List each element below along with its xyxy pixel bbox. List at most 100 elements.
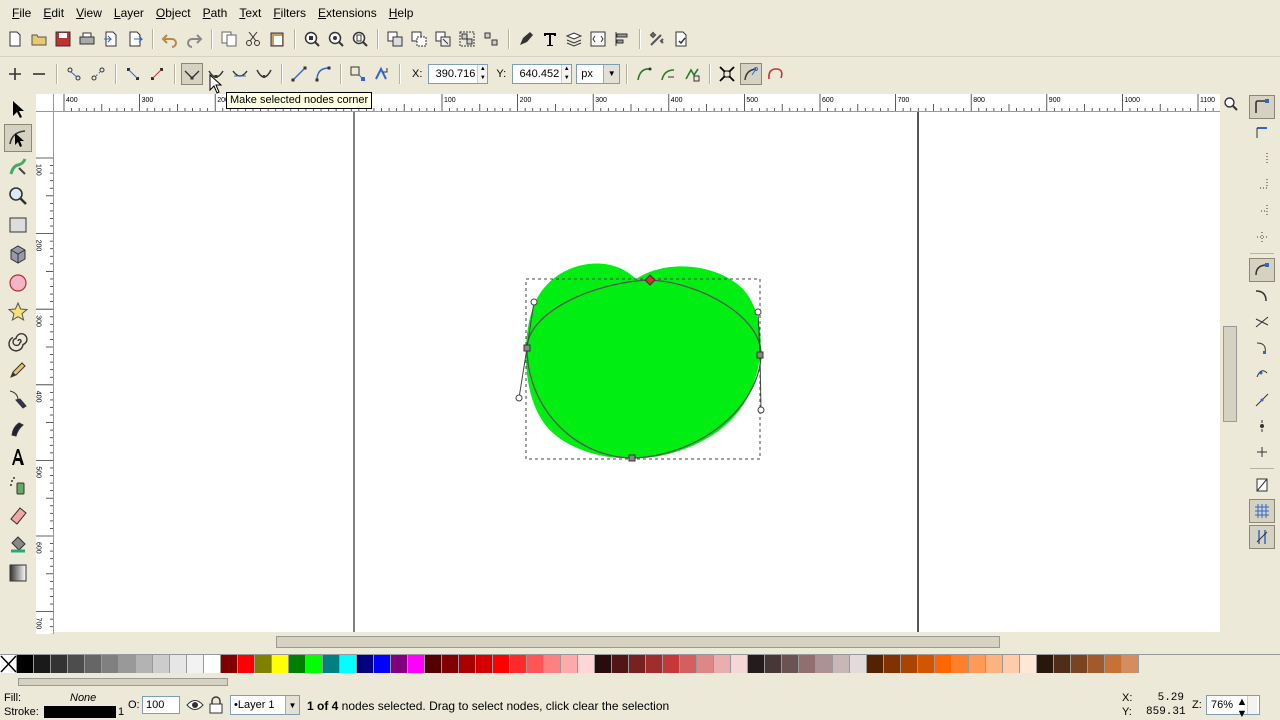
text-font-icon[interactable] <box>539 28 561 50</box>
palette-swatch[interactable] <box>731 655 748 673</box>
zoom-spinner-icon[interactable]: ▲ ▼ <box>1237 696 1257 720</box>
pencil-tool-icon[interactable] <box>4 356 32 384</box>
node-symmetric-icon[interactable] <box>229 63 251 85</box>
palette-swatch[interactable] <box>459 655 476 673</box>
palette-swatch[interactable] <box>697 655 714 673</box>
palette-swatch[interactable] <box>833 655 850 673</box>
palette-swatch[interactable] <box>663 655 680 673</box>
zoom-selection-icon[interactable] <box>301 28 323 50</box>
palette-scrollbar[interactable] <box>0 676 1280 688</box>
insert-node-icon[interactable] <box>4 63 26 85</box>
path-node[interactable] <box>756 351 764 359</box>
palette-swatch[interactable] <box>34 655 51 673</box>
palette-swatch[interactable] <box>221 655 238 673</box>
palette-swatch[interactable] <box>153 655 170 673</box>
palette-swatch[interactable] <box>306 655 323 673</box>
palette-swatch[interactable] <box>272 655 289 673</box>
spiral-tool-icon[interactable] <box>4 327 32 355</box>
edit-clipping-path-icon[interactable] <box>681 63 703 85</box>
palette-swatch[interactable] <box>816 655 833 673</box>
stroke-swatch[interactable] <box>44 706 116 718</box>
palette-swatch[interactable] <box>901 655 918 673</box>
x-input[interactable] <box>429 64 478 83</box>
palette-swatch[interactable] <box>1003 655 1020 673</box>
palette-swatch[interactable] <box>51 655 68 673</box>
zoom-tool-icon[interactable] <box>4 182 32 210</box>
no-paint-swatch-icon[interactable] <box>0 655 17 673</box>
preferences-icon[interactable] <box>646 28 668 50</box>
palette-swatch[interactable] <box>1020 655 1037 673</box>
duplicate-icon[interactable] <box>384 28 406 50</box>
gradient-tool-icon[interactable] <box>4 559 32 587</box>
palette-swatch[interactable] <box>578 655 595 673</box>
calligraphy-tool-icon[interactable] <box>4 414 32 442</box>
palette-swatch[interactable] <box>646 655 663 673</box>
star-tool-icon[interactable] <box>4 298 32 326</box>
palette-swatch[interactable] <box>1105 655 1122 673</box>
palette-swatch[interactable] <box>714 655 731 673</box>
x-spinner-icon[interactable]: ▲ ▼ <box>477 64 488 83</box>
palette-swatch[interactable] <box>850 655 867 673</box>
palette-swatch[interactable] <box>187 655 204 673</box>
snap-bbox-center-icon[interactable] <box>1249 225 1275 249</box>
delete-segment-icon[interactable] <box>146 63 168 85</box>
palette-swatch[interactable] <box>952 655 969 673</box>
ellipse-tool-icon[interactable] <box>4 269 32 297</box>
palette-swatch[interactable] <box>493 655 510 673</box>
delete-node-icon[interactable] <box>28 63 50 85</box>
drawing-canvas[interactable] <box>54 112 1220 632</box>
unit-select[interactable]: px ▼ <box>576 63 621 84</box>
horizontal-scrollbar[interactable] <box>54 634 1222 650</box>
palette-swatch[interactable] <box>68 655 85 673</box>
palette-swatch[interactable] <box>782 655 799 673</box>
zoom-toggle-icon[interactable] <box>1220 94 1242 114</box>
snap-bbox-corner-icon[interactable] <box>1249 173 1275 197</box>
palette-swatch[interactable] <box>204 655 221 673</box>
handle-node[interactable] <box>754 308 762 316</box>
object-to-path-icon[interactable] <box>347 63 369 85</box>
palette-scroll-thumb[interactable] <box>18 678 228 686</box>
snap-path-intersections-icon[interactable] <box>1249 310 1275 334</box>
node-corner-icon[interactable] <box>181 62 203 85</box>
snap-bbox-edge-icon[interactable] <box>1249 147 1275 171</box>
chevron-down-icon[interactable]: ▼ <box>285 696 299 714</box>
chevron-down-icon[interactable]: ▼ <box>603 64 620 83</box>
menu-extensions[interactable]: Extensions <box>312 6 383 20</box>
snap-paths-icon[interactable] <box>1249 284 1275 308</box>
fill-stroke-icon[interactable] <box>515 28 537 50</box>
rectangle-tool-icon[interactable] <box>4 211 32 239</box>
palette-swatch[interactable] <box>918 655 935 673</box>
menu-object[interactable]: Object <box>150 6 197 20</box>
show-transform-handles-icon[interactable] <box>716 63 738 85</box>
palette-swatch[interactable] <box>1088 655 1105 673</box>
tweak-tool-icon[interactable] <box>4 153 32 181</box>
palette-swatch[interactable] <box>612 655 629 673</box>
palette-swatch[interactable] <box>799 655 816 673</box>
palette-swatch[interactable] <box>1037 655 1054 673</box>
node-tool-icon[interactable] <box>4 124 32 152</box>
palette-swatch[interactable] <box>102 655 119 673</box>
palette-swatch[interactable] <box>765 655 782 673</box>
snap-rotation-center-icon[interactable] <box>1249 440 1275 464</box>
palette-swatch[interactable] <box>85 655 102 673</box>
spray-tool-icon[interactable] <box>4 472 32 500</box>
palette-swatch[interactable] <box>935 655 952 673</box>
layer-select[interactable]: •Layer 1 ▼ <box>230 695 300 715</box>
show-next-path-effect-icon[interactable] <box>657 63 679 85</box>
snap-object-midpoints-icon[interactable] <box>1249 414 1275 438</box>
redo-icon[interactable] <box>183 28 205 50</box>
palette-swatch[interactable] <box>1054 655 1071 673</box>
palette-swatch[interactable] <box>867 655 884 673</box>
handle-node[interactable] <box>530 298 538 306</box>
x-coordinate-field[interactable]: ▲▼ <box>428 63 489 84</box>
y-spinner-icon[interactable]: ▲ ▼ <box>561 64 572 83</box>
y-input[interactable] <box>513 64 562 83</box>
zoom-drawing-icon[interactable] <box>325 28 347 50</box>
align-icon[interactable] <box>611 28 633 50</box>
unlink-clone-icon[interactable] <box>432 28 454 50</box>
show-path-outline-red-icon[interactable] <box>764 63 786 85</box>
join-nodes-icon[interactable] <box>63 63 85 85</box>
handle-node[interactable] <box>757 406 765 414</box>
menu-layer[interactable]: Layer <box>108 6 150 20</box>
palette-swatch[interactable] <box>884 655 901 673</box>
